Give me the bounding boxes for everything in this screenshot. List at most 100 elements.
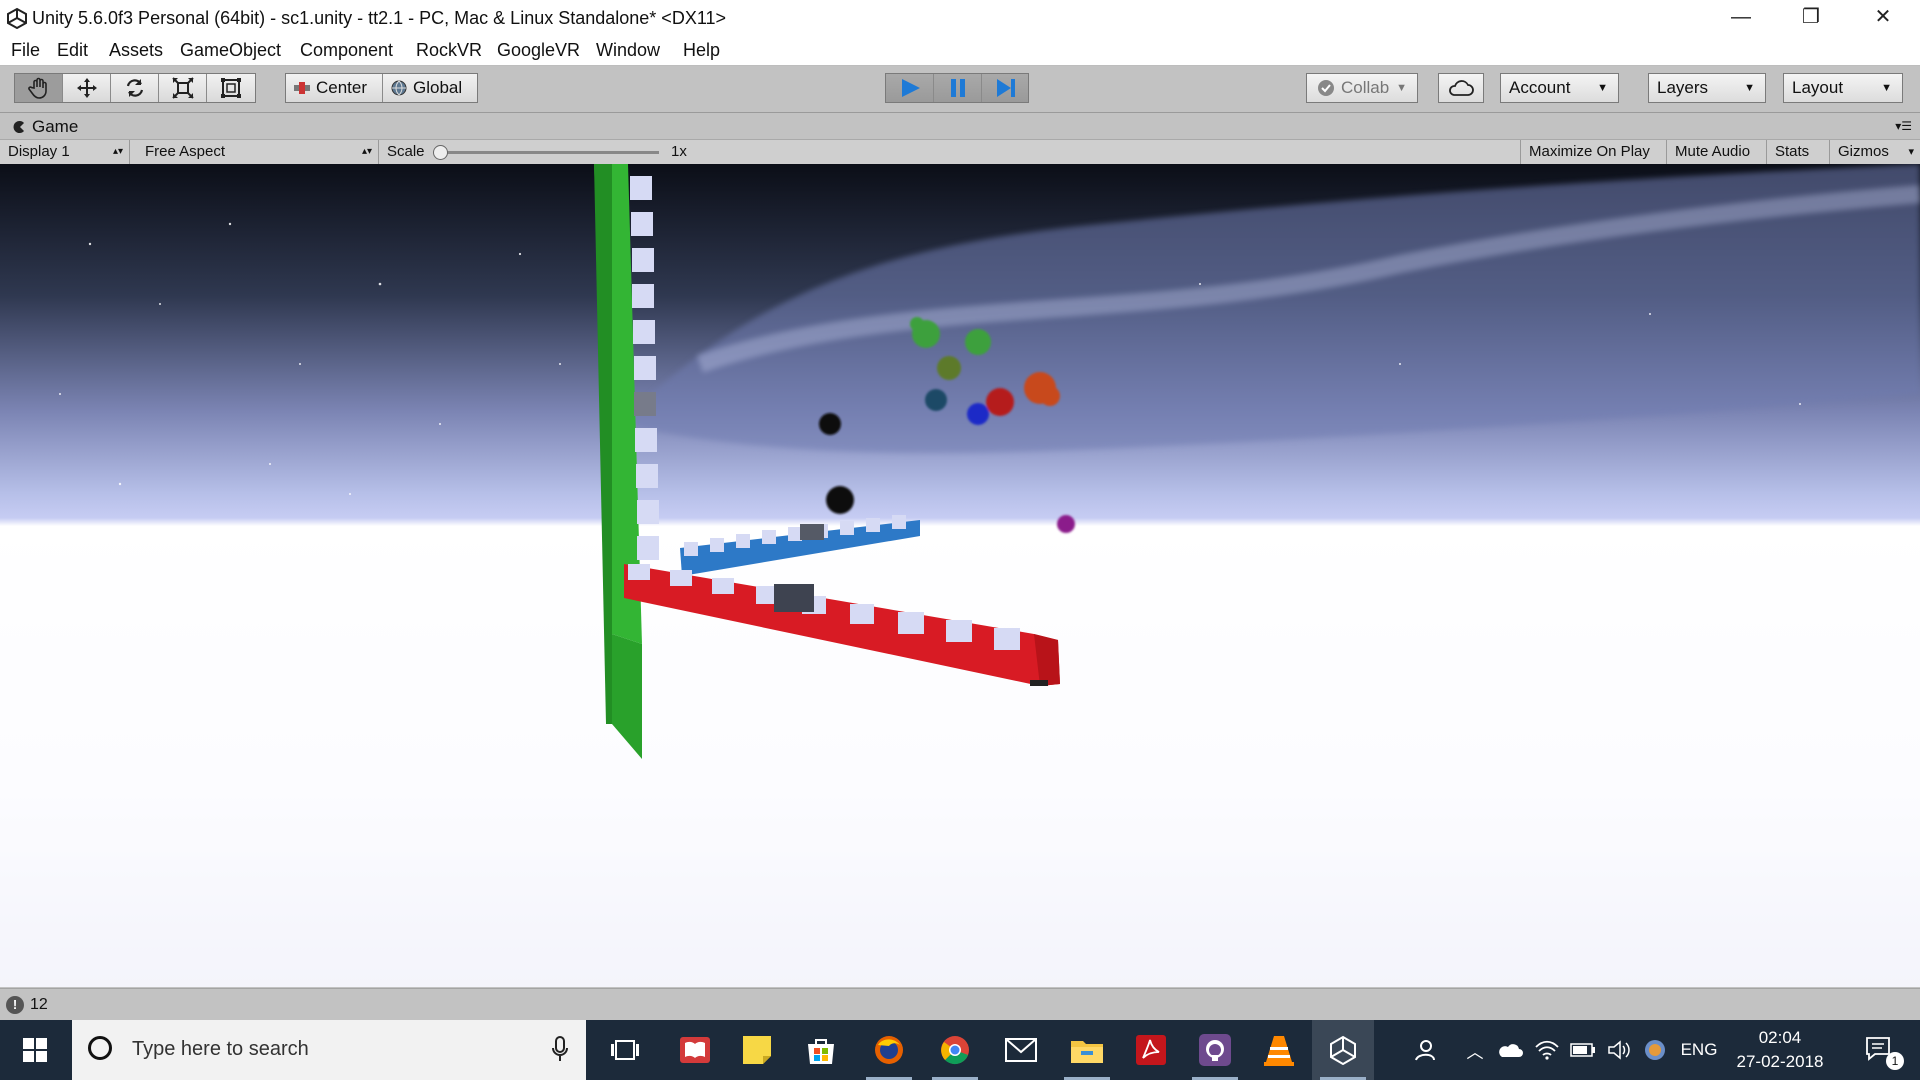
onedrive-button[interactable] [1494, 1020, 1526, 1080]
rect-tool-button[interactable] [207, 74, 255, 102]
restore-button[interactable]: ❐ [1776, 0, 1846, 37]
pivot-global-button[interactable]: Global [383, 74, 479, 102]
volume-icon [1608, 1040, 1630, 1060]
mute-audio-button[interactable]: Mute Audio [1667, 140, 1767, 164]
show-hidden-icons-button[interactable]: ︿ [1462, 1020, 1488, 1080]
task-view-button[interactable] [594, 1020, 656, 1080]
start-button[interactable] [0, 1020, 70, 1080]
wifi-button[interactable] [1532, 1020, 1562, 1080]
battery-icon [1570, 1043, 1595, 1057]
game-tab[interactable]: Game [12, 117, 78, 137]
taskbar-search-box[interactable]: Type here to search [72, 1020, 586, 1080]
play-button[interactable] [886, 74, 934, 102]
scale-control: Scale 1x [379, 140, 709, 164]
move-icon [76, 78, 97, 98]
network-status-button[interactable] [1640, 1020, 1670, 1080]
gizmos-label: Gizmos [1838, 143, 1889, 160]
onedrive-icon [1499, 1044, 1523, 1057]
chrome-button[interactable] [924, 1020, 986, 1080]
console-count: 12 [30, 996, 48, 1013]
menu-edit[interactable]: Edit [57, 40, 88, 61]
people-button[interactable] [1404, 1020, 1444, 1080]
maximize-on-play-button[interactable]: Maximize On Play [1520, 140, 1667, 164]
acrobat-icon [1136, 1035, 1166, 1065]
microphone-icon[interactable] [552, 1036, 568, 1062]
scale-slider-track[interactable] [439, 151, 659, 154]
rect-icon [221, 78, 241, 98]
aspect-label: Free Aspect [145, 143, 226, 160]
volume-button[interactable] [1604, 1020, 1634, 1080]
file-explorer-button[interactable] [1056, 1020, 1118, 1080]
menu-googlevr[interactable]: GoogleVR [497, 40, 580, 61]
gizmos-dropdown[interactable]: Gizmos ▾ [1830, 140, 1920, 164]
menu-gameobject[interactable]: GameObject [180, 40, 281, 61]
move-tool-button[interactable] [63, 74, 111, 102]
menu-window[interactable]: Window [596, 40, 660, 61]
sticky-notes-icon [743, 1036, 771, 1064]
layout-dropdown[interactable]: Layout ▼ [1783, 73, 1903, 103]
pivot-center-button[interactable]: Center [286, 74, 383, 102]
unity-button[interactable] [1312, 1020, 1374, 1080]
unity-icon [1330, 1035, 1356, 1065]
taskbar-clock[interactable]: 02:04 27-02-2018 [1720, 1026, 1840, 1074]
pause-button[interactable] [934, 74, 982, 102]
close-button[interactable]: ✕ [1848, 0, 1918, 37]
layers-caret-icon: ▼ [1744, 82, 1755, 94]
store-button[interactable] [790, 1020, 852, 1080]
menu-assets[interactable]: Assets [109, 40, 163, 61]
tab-options-icon[interactable]: ▾☰ [1895, 119, 1912, 133]
reader-app-button[interactable] [664, 1020, 726, 1080]
reader-icon [680, 1037, 710, 1063]
scale-slider-handle[interactable] [433, 145, 448, 160]
cloud-button[interactable] [1438, 73, 1484, 103]
collab-caret-icon: ▼ [1396, 82, 1407, 94]
minimize-button[interactable]: — [1706, 0, 1776, 37]
github-button[interactable] [1184, 1020, 1246, 1080]
scale-tool-button[interactable] [159, 74, 207, 102]
window-title: Unity 5.6.0f3 Personal (64bit) - sc1.uni… [32, 8, 727, 28]
firefox-button[interactable] [858, 1020, 920, 1080]
windows-logo-icon [23, 1038, 47, 1062]
notifications-button[interactable]: 1 [1850, 1020, 1910, 1080]
game-viewport[interactable] [0, 164, 1920, 987]
windows-taskbar: Type here to search ︿ ENG 02:04 27-02-20… [0, 1020, 1920, 1080]
menu-component[interactable]: Component [300, 40, 393, 61]
language-indicator[interactable]: ENG [1676, 1020, 1722, 1080]
rotate-icon [126, 79, 143, 97]
display-label: Display 1 [8, 143, 70, 160]
status-bar: ! 12 [0, 988, 1920, 1021]
acrobat-button[interactable] [1120, 1020, 1182, 1080]
vlc-button[interactable] [1248, 1020, 1310, 1080]
menu-bar: File Edit Assets GameObject Component Ro… [0, 37, 1920, 66]
account-label: Account [1509, 78, 1571, 97]
mail-button[interactable] [990, 1020, 1052, 1080]
clock-time: 02:04 [1758, 1028, 1802, 1047]
people-icon [1415, 1040, 1435, 1061]
menu-file[interactable]: File [11, 40, 40, 61]
chevron-up-icon: ︿ [1466, 1042, 1484, 1062]
collab-dropdown[interactable]: Collab ▼ [1306, 73, 1418, 103]
battery-button[interactable] [1568, 1020, 1598, 1080]
account-dropdown[interactable]: Account ▼ [1500, 73, 1619, 103]
stats-button[interactable]: Stats [1767, 140, 1830, 164]
menu-rockvr[interactable]: RockVR [416, 40, 482, 61]
scale-value: 1x [671, 143, 687, 160]
file-explorer-icon [1071, 1041, 1103, 1063]
display-select[interactable]: Display 1 ▴▾ [0, 140, 130, 164]
store-icon [808, 1039, 834, 1064]
pause-icon [950, 79, 965, 97]
aspect-select[interactable]: Free Aspect ▴▾ [137, 140, 379, 164]
warning-icon[interactable]: ! [6, 996, 24, 1014]
hand-icon [27, 77, 47, 99]
layers-dropdown[interactable]: Layers ▼ [1648, 73, 1766, 103]
menu-help[interactable]: Help [683, 40, 720, 61]
layers-label: Layers [1657, 78, 1709, 97]
hand-tool-button[interactable] [15, 74, 63, 102]
sticky-notes-button[interactable] [726, 1020, 788, 1080]
step-button[interactable] [982, 74, 1030, 102]
cloud-icon [1449, 80, 1474, 96]
account-caret-icon: ▼ [1597, 82, 1608, 94]
rotate-tool-button[interactable] [111, 74, 159, 102]
globe-icon [391, 80, 407, 96]
pivot-toggles: Center Global [285, 73, 478, 103]
